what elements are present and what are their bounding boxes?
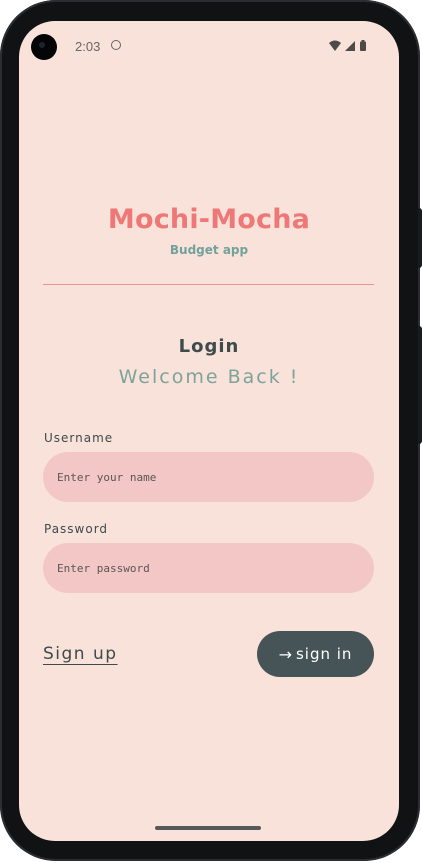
signin-label: sign in (295, 645, 353, 663)
password-label: Password (44, 522, 109, 536)
notification-icon (111, 40, 121, 50)
welcome-message: Welcome Back ! (118, 366, 300, 388)
status-time: 2:03 (75, 39, 101, 54)
username-label: Username (44, 431, 114, 445)
app-logo-title: Mochi-Mocha (107, 204, 311, 235)
wifi-icon (329, 40, 341, 51)
username-input[interactable] (43, 452, 374, 502)
status-icons (329, 40, 366, 51)
battery-icon (360, 41, 366, 51)
app-screen: 2:03 Mochi-Mocha Budget app Login Welcom… (19, 21, 399, 841)
cell-signal-icon (345, 41, 355, 51)
password-input[interactable] (43, 543, 374, 593)
power-button (418, 326, 422, 444)
signup-link[interactable]: Sign up (43, 644, 118, 664)
header-divider (43, 284, 374, 285)
signin-button[interactable]: → sign in (257, 631, 374, 677)
front-camera (31, 34, 57, 60)
phone-frame: 2:03 Mochi-Mocha Budget app Login Welcom… (0, 0, 422, 861)
volume-button (418, 208, 422, 268)
page-title: Login (178, 336, 240, 357)
arrow-right-icon: → (278, 644, 293, 664)
gesture-nav-handle[interactable] (155, 826, 261, 830)
status-bar: 2:03 (19, 21, 399, 71)
app-subtitle: Budget app (169, 243, 249, 257)
